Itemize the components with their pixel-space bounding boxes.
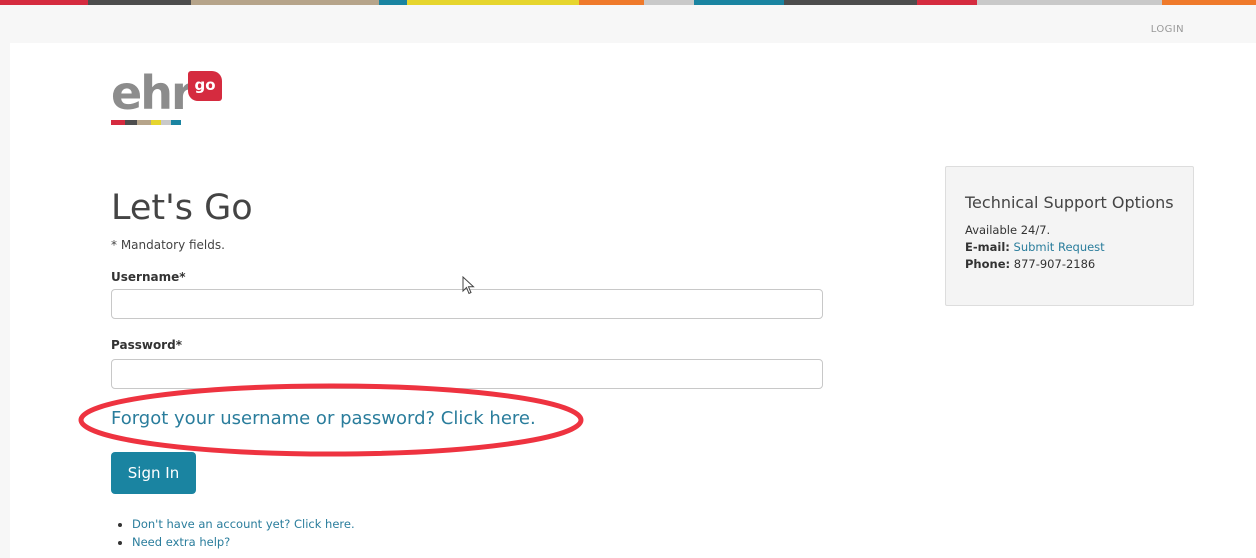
logo-text: ehr	[111, 66, 194, 120]
mouse-pointer-icon	[462, 276, 475, 295]
help-links: Don't have an account yet? Click here. N…	[117, 515, 355, 551]
logo-color-stripe	[111, 120, 181, 125]
page-title: Let's Go	[111, 188, 253, 228]
top-navigation: LOGIN	[0, 5, 1256, 42]
login-link[interactable]: LOGIN	[1151, 24, 1184, 35]
extra-help-link[interactable]: Need extra help?	[132, 535, 230, 549]
username-label: Username*	[111, 270, 186, 284]
technical-support-box: Technical Support Options Available 24/7…	[945, 166, 1194, 306]
logo-badge: go	[188, 71, 222, 101]
phone-label: Phone:	[965, 257, 1011, 271]
password-label: Password*	[111, 338, 182, 352]
support-phone-line: Phone: 877-907-2186	[965, 256, 1193, 273]
support-availability: Available 24/7.	[965, 223, 1051, 237]
highlight-ellipse	[78, 383, 584, 457]
sign-in-button[interactable]: Sign In	[111, 452, 196, 494]
support-title: Technical Support Options	[965, 193, 1174, 212]
list-item: Don't have an account yet? Click here.	[132, 515, 355, 533]
email-label: E-mail:	[965, 240, 1010, 254]
ehrgo-logo[interactable]: ehr go	[111, 66, 231, 131]
mandatory-note: * Mandatory fields.	[111, 238, 225, 252]
list-item: Need extra help?	[132, 533, 355, 551]
create-account-link[interactable]: Don't have an account yet? Click here.	[132, 517, 355, 531]
phone-value: 877-907-2186	[1013, 257, 1096, 271]
support-email-line: E-mail: Submit Request	[965, 239, 1193, 256]
submit-request-link[interactable]: Submit Request	[1014, 240, 1105, 254]
